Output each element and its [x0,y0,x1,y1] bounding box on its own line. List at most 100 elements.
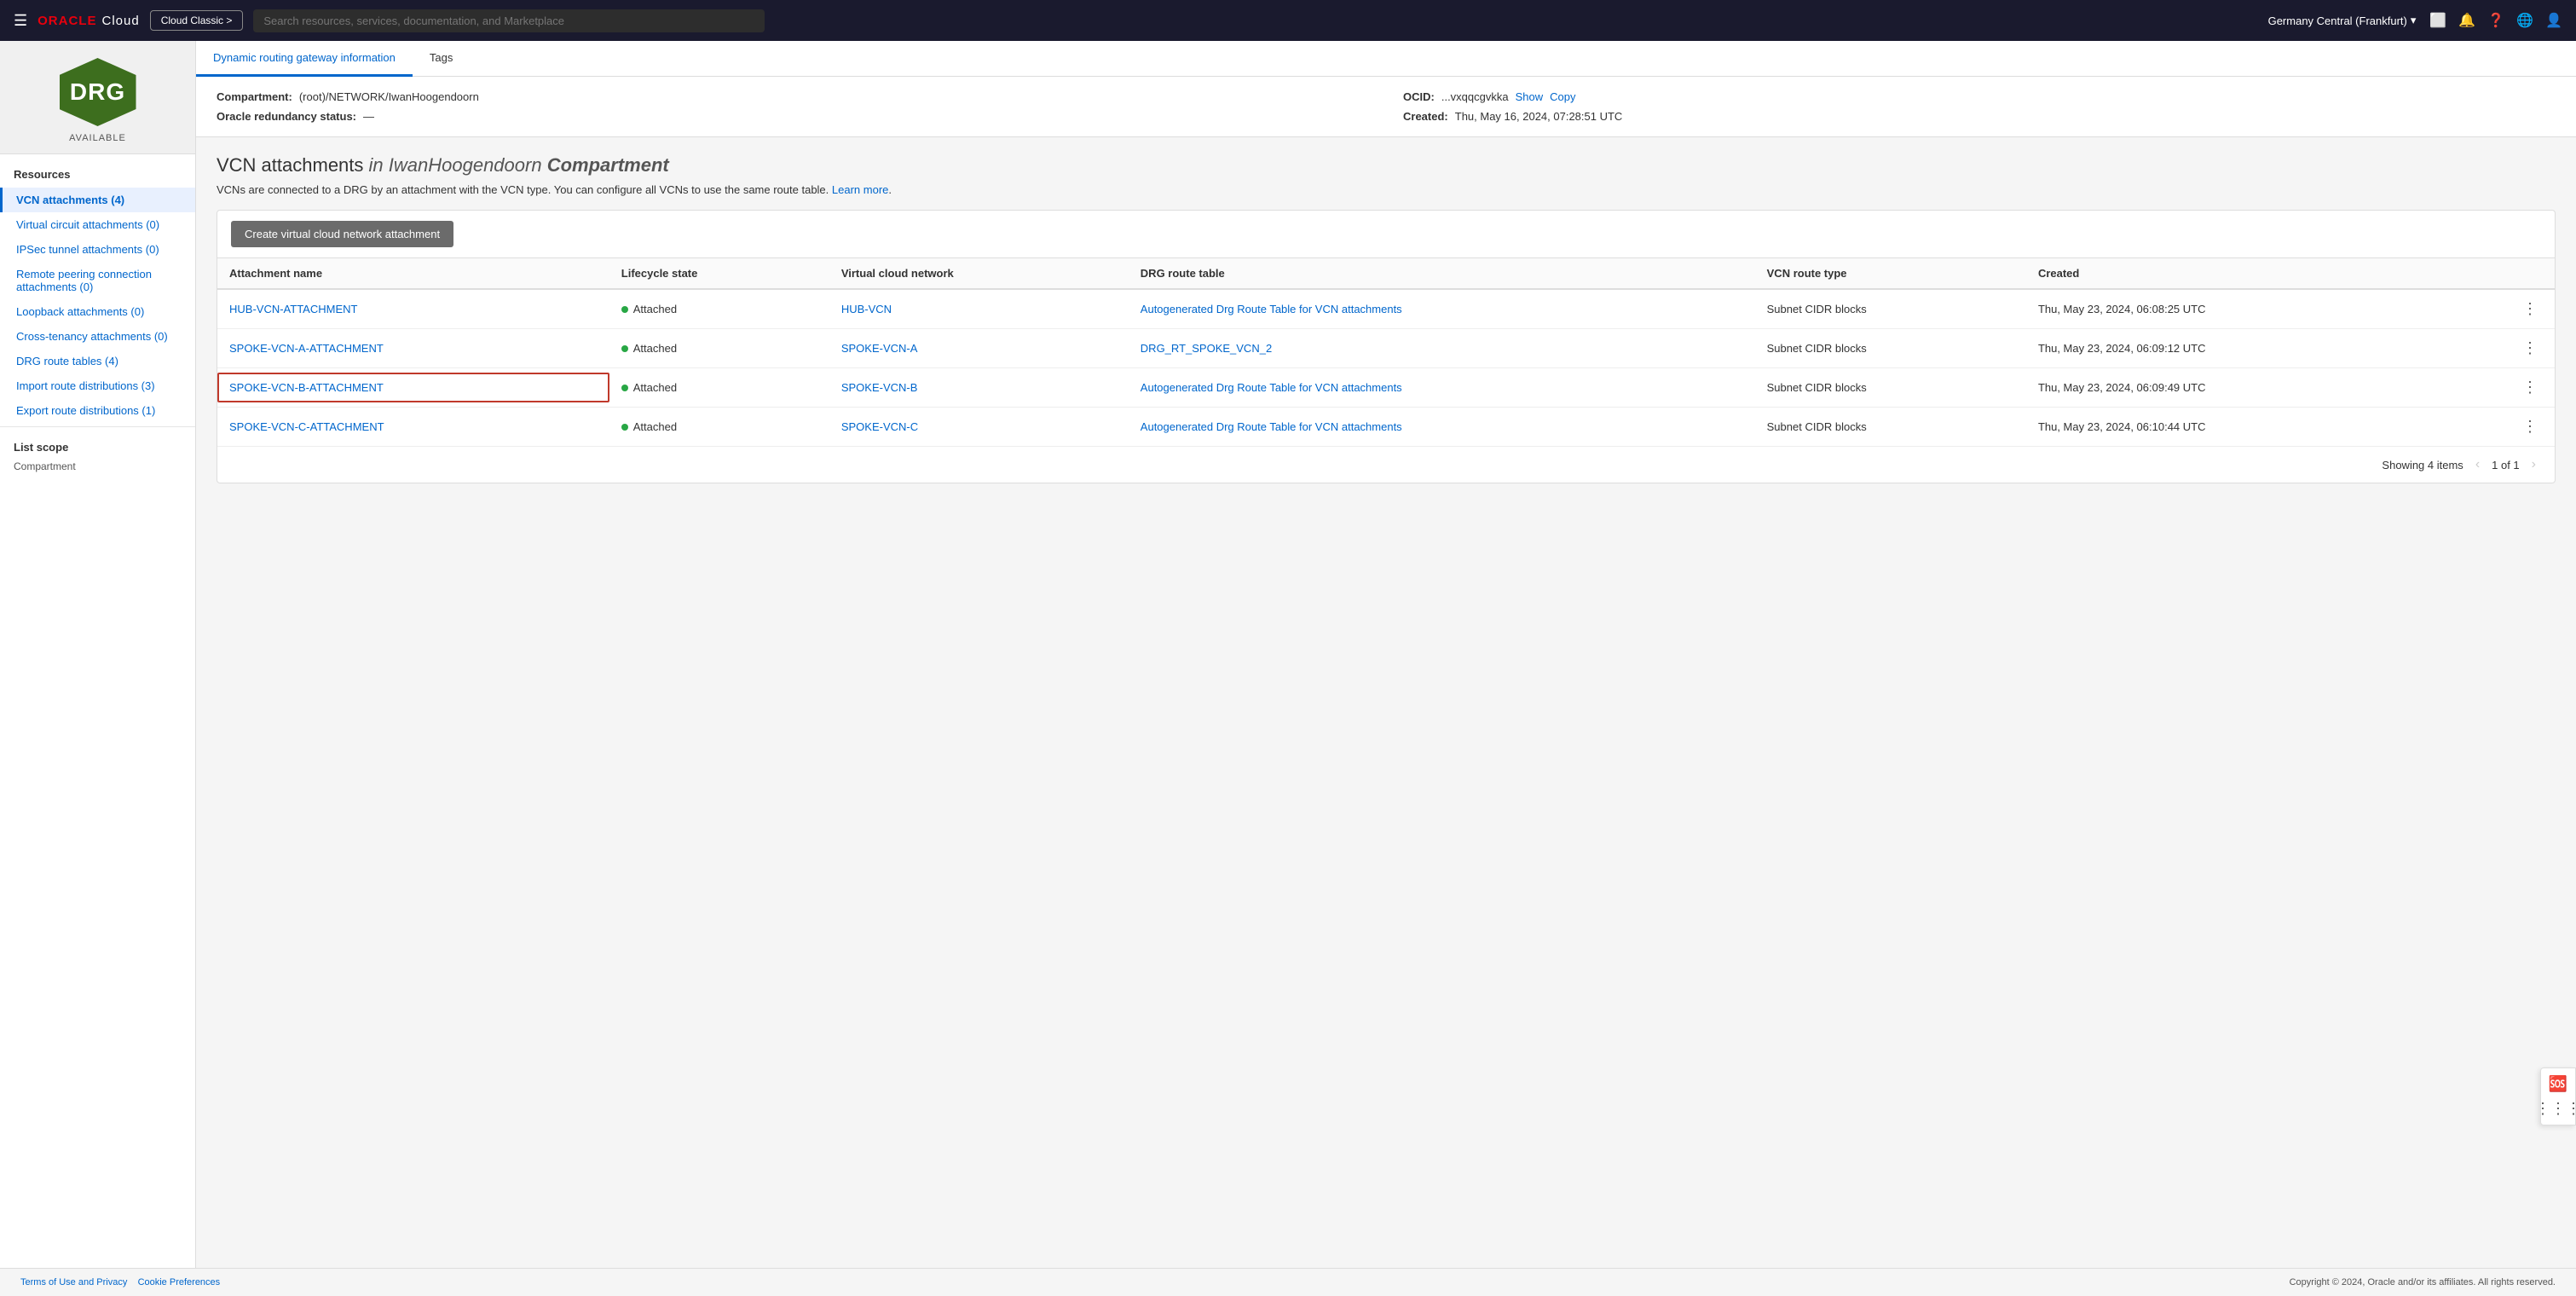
footer-right: Copyright © 2024, Oracle and/or its affi… [2290,1277,2556,1287]
compartment-row: Compartment: (root)/NETWORK/IwanHoogendo… [217,90,1369,103]
sidebar-item[interactable]: VCN attachments (4) [0,188,195,212]
attachment-name-link[interactable]: HUB-VCN-ATTACHMENT [229,303,357,315]
vcn-description: VCNs are connected to a DRG by an attach… [217,183,2556,196]
sidebar-item[interactable]: DRG route tables (4) [0,349,195,373]
cookies-link[interactable]: Cookie Preferences [138,1277,221,1287]
redundancy-row: Oracle redundancy status: — [217,110,1369,123]
attachment-name-link[interactable]: SPOKE-VCN-B-ATTACHMENT [229,381,384,394]
region-selector[interactable]: Germany Central (Frankfurt) ▾ [2268,14,2417,27]
lifecycle-state-cell: Attached [609,408,829,447]
cloud-classic-button[interactable]: Cloud Classic > [150,10,244,31]
next-page-button[interactable]: › [2527,455,2541,474]
created-date-cell: Thu, May 23, 2024, 06:08:25 UTC [2026,289,2446,329]
row-actions-menu-button[interactable]: ⋮ [2517,416,2543,437]
drg-route-link[interactable]: DRG_RT_SPOKE_VCN_2 [1141,342,1272,355]
vcn-link[interactable]: HUB-VCN [841,303,892,315]
ocid-show-link[interactable]: Show [1516,90,1544,103]
resources-title: Resources [0,154,195,188]
created-date-cell: Thu, May 23, 2024, 06:10:44 UTC [2026,408,2446,447]
help-icon[interactable]: ❓ [2487,12,2504,29]
bell-icon[interactable]: 🔔 [2458,12,2475,29]
status-dot-icon [621,306,628,313]
info-body: Compartment: (root)/NETWORK/IwanHoogendo… [196,77,2576,136]
table-column-header: Attachment name [217,258,609,290]
table-header: Attachment nameLifecycle stateVirtual cl… [217,258,2555,290]
sidebar-item[interactable]: Cross-tenancy attachments (0) [0,324,195,349]
console-icon[interactable]: ⬜ [2429,12,2446,29]
vcn-title: VCN attachments in IwanHoogendoorn Compa… [217,154,2556,176]
compartment-label: Compartment: [217,90,292,103]
table-column-header: Created [2026,258,2446,290]
vcn-title-italic: in IwanHoogendoorn [369,154,542,176]
sidebar-item[interactable]: IPSec tunnel attachments (0) [0,237,195,262]
drg-route-link[interactable]: Autogenerated Drg Route Table for VCN at… [1141,420,1402,433]
drg-route-link[interactable]: Autogenerated Drg Route Table for VCN at… [1141,381,1402,394]
sidebar-item[interactable]: Export route distributions (1) [0,398,195,423]
info-card: Dynamic routing gateway informationTags … [196,41,2576,137]
status-dot-icon [621,345,628,352]
help-widget: 🆘 ⋮⋮⋮ [2540,1067,2576,1125]
table-column-header: Lifecycle state [609,258,829,290]
table-footer: Showing 4 items ‹ 1 of 1 › [217,446,2555,483]
drg-route-link[interactable]: Autogenerated Drg Route Table for VCN at… [1141,303,1402,315]
status-dot-icon [621,424,628,431]
app-body: DRG AVAILABLE Resources VCN attachments … [0,41,2576,1296]
lifecycle-state-cell: Attached [609,368,829,408]
vcn-link[interactable]: SPOKE-VCN-A [841,342,918,355]
main-content: Dynamic routing gateway informationTags … [196,41,2576,1296]
vcn-title-prefix: VCN attachments [217,154,363,176]
vcn-section: VCN attachments in IwanHoogendoorn Compa… [196,137,2576,196]
page-indicator: 1 of 1 [2492,459,2520,472]
status-dot-icon [621,385,628,391]
sidebar-item[interactable]: Remote peering connection attachments (0… [0,262,195,299]
globe-icon[interactable]: 🌐 [2516,12,2533,29]
row-actions-menu-button[interactable]: ⋮ [2517,298,2543,320]
table-row: SPOKE-VCN-A-ATTACHMENT Attached SPOKE-VCN-… [217,329,2555,368]
redundancy-label: Oracle redundancy status: [217,110,356,123]
info-tabs: Dynamic routing gateway informationTags [196,41,2576,77]
nav-right-section: Germany Central (Frankfurt) ▾ ⬜ 🔔 ❓ 🌐 👤 [2268,12,2562,29]
sidebar-item[interactable]: Virtual circuit attachments (0) [0,212,195,237]
region-chevron: ▾ [2411,14,2417,27]
ocid-copy-link[interactable]: Copy [1550,90,1575,103]
table-row: HUB-VCN-ATTACHMENTAttachedHUB-VCNAutogen… [217,289,2555,329]
sidebar-item[interactable]: Import route distributions (3) [0,373,195,398]
create-vcn-attachment-button[interactable]: Create virtual cloud network attachment [231,221,453,247]
user-icon[interactable]: 👤 [2545,12,2562,29]
help-widget-icon[interactable]: 🆘 [2549,1075,2567,1093]
table-column-header: DRG route table [1129,258,1755,290]
chat-widget-icon[interactable]: ⋮⋮⋮ [2535,1100,2576,1118]
drg-status: AVAILABLE [69,133,126,143]
compartment-value: (root)/NETWORK/IwanHoogendoorn [299,90,479,103]
learn-more-link[interactable]: Learn more [832,183,888,196]
showing-items: Showing 4 items [2382,459,2463,472]
info-tab[interactable]: Tags [413,41,470,77]
sidebar-item[interactable]: Loopback attachments (0) [0,299,195,324]
vcn-link[interactable]: SPOKE-VCN-B [841,381,918,394]
redundancy-value: — [363,110,374,123]
info-tab[interactable]: Dynamic routing gateway information [196,41,413,77]
vcn-route-type-cell: Subnet CIDR blocks [1755,289,2026,329]
created-date-cell: Thu, May 23, 2024, 06:09:49 UTC [2026,368,2446,408]
row-actions-menu-button[interactable]: ⋮ [2517,338,2543,359]
hamburger-menu[interactable]: ☰ [14,12,27,30]
vcn-route-type-cell: Subnet CIDR blocks [1755,368,2026,408]
drg-logo-area: DRG AVAILABLE [0,41,195,154]
created-row: Created: Thu, May 16, 2024, 07:28:51 UTC [1403,110,2556,123]
ocid-row: OCID: ...vxqqcgvkka Show Copy [1403,90,2556,103]
terms-link[interactable]: Terms of Use and Privacy [20,1277,127,1287]
attachment-name-link[interactable]: SPOKE-VCN-A-ATTACHMENT [229,342,384,355]
region-label: Germany Central (Frankfurt) [2268,14,2407,27]
prev-page-button[interactable]: ‹ [2470,455,2485,474]
vcn-link[interactable]: SPOKE-VCN-C [841,420,918,433]
created-date-cell: Thu, May 23, 2024, 06:09:12 UTC [2026,329,2446,368]
table-toolbar: Create virtual cloud network attachment [217,211,2555,257]
list-scope-title: List scope [0,431,195,457]
attachment-name-link[interactable]: SPOKE-VCN-C-ATTACHMENT [229,420,384,433]
row-actions-menu-button[interactable]: ⋮ [2517,377,2543,398]
compartment-label: Compartment [0,457,195,476]
table-row: SPOKE-VCN-B-ATTACHMENT Attached SPOKE-VCN-… [217,368,2555,408]
search-input[interactable] [253,9,765,32]
lifecycle-state-cell: Attached [609,329,829,368]
nav-icons: ⬜ 🔔 ❓ 🌐 👤 [2429,12,2562,29]
